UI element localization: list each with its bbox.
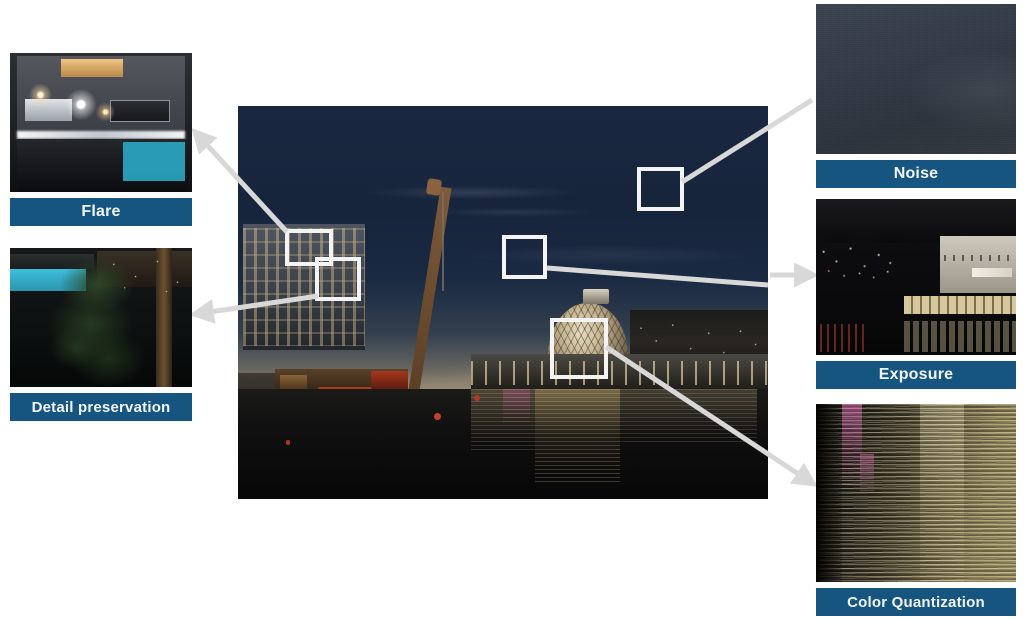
exposure-caption: Exposure bbox=[816, 361, 1016, 389]
gold-highlight-column bbox=[920, 404, 964, 582]
distant-lights bbox=[101, 253, 192, 301]
water-reflection-right bbox=[619, 388, 758, 444]
exposure-water-reflection bbox=[904, 320, 1016, 352]
exposure-label: Exposure bbox=[878, 366, 954, 383]
main-photograph bbox=[238, 106, 768, 499]
exposure-building bbox=[940, 236, 1016, 293]
quay-lights bbox=[471, 361, 768, 386]
buoy-2 bbox=[473, 394, 480, 401]
building-sign bbox=[972, 267, 1012, 277]
callout-panel-noise: Noise bbox=[816, 4, 1016, 188]
callout-box-exposure bbox=[502, 235, 547, 279]
noise-label: Noise bbox=[893, 165, 939, 182]
flare-thumbnail bbox=[10, 53, 192, 192]
magenta-reflection-2 bbox=[860, 453, 874, 493]
color-quantization-thumbnail bbox=[816, 404, 1016, 582]
water-reflection-magenta bbox=[503, 388, 530, 425]
exposure-thumbnail bbox=[816, 199, 1016, 355]
color-quantization-label: Color Quantization bbox=[847, 593, 985, 611]
crane-cable bbox=[441, 192, 444, 291]
dome-mast bbox=[582, 288, 609, 305]
callout-box-noise bbox=[637, 167, 684, 211]
callout-panel-flare: Flare bbox=[10, 53, 192, 228]
lens-flare-star-2 bbox=[26, 83, 56, 106]
flare-caption: Flare bbox=[10, 198, 192, 226]
dark-water-left bbox=[816, 404, 842, 582]
exposure-water-reflection-red bbox=[820, 323, 864, 352]
figure-canvas: Flare Detail preservation Noise Exposure… bbox=[0, 0, 1024, 621]
crane-tip bbox=[425, 177, 442, 196]
callout-panel-exposure: Exposure bbox=[816, 199, 1016, 389]
buoy-1 bbox=[434, 412, 441, 420]
flare-label: Flare bbox=[81, 203, 121, 220]
callout-panel-detail-preservation: Detail preservation bbox=[10, 248, 192, 423]
detail-preservation-label: Detail preservation bbox=[31, 398, 171, 416]
color-quantization-caption: Color Quantization bbox=[816, 588, 1016, 616]
detail-preservation-caption: Detail preservation bbox=[10, 393, 192, 421]
city-lights-band bbox=[816, 242, 944, 284]
noise-thumbnail bbox=[816, 4, 1016, 154]
callout-panel-color-quantization: Color Quantization bbox=[816, 404, 1016, 616]
noise-caption: Noise bbox=[816, 160, 1016, 188]
lens-flare-star-3 bbox=[93, 103, 118, 122]
callout-box-detail-preservation bbox=[315, 257, 361, 301]
barge-red-machinery-2 bbox=[370, 371, 408, 389]
magenta-reflection bbox=[842, 404, 862, 486]
detail-preservation-thumbnail bbox=[10, 248, 192, 387]
building-dots bbox=[944, 255, 1012, 262]
callout-box-color-quantization bbox=[550, 318, 608, 379]
water-reflection-gold bbox=[534, 388, 620, 484]
